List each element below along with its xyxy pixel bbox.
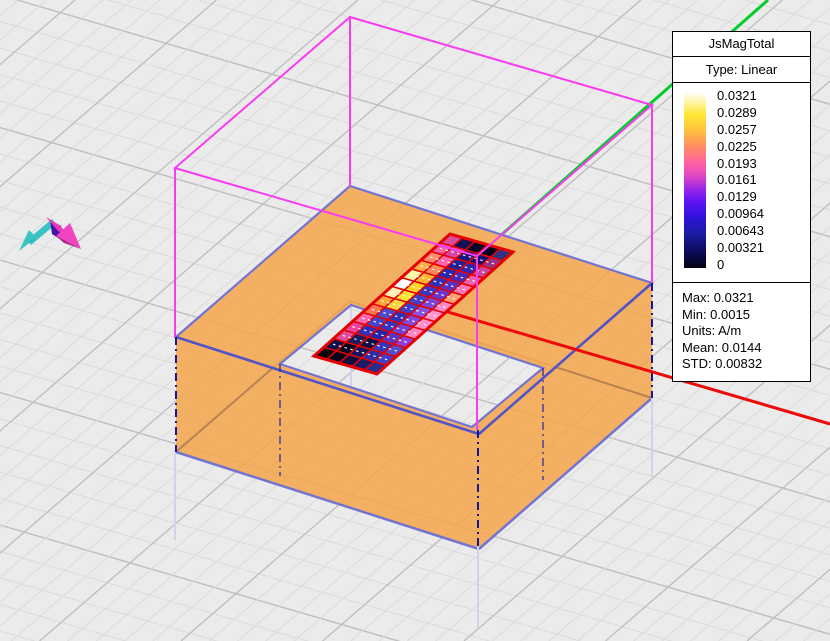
colorbar-tick-label: 0.0225 [717,140,764,153]
legend-stat-line: Units: A/m [682,323,804,340]
colorbar-gradient [684,92,706,268]
colorbar-tick-label: 0.0257 [717,123,764,136]
colorbar-tick-label: 0.0289 [717,106,764,119]
legend-stat-line: Max: 0.0321 [682,290,804,307]
legend-stat-line: Min: 0.0015 [682,307,804,324]
legend-stat-line: STD: 0.00832 [682,356,804,373]
colorbar-tick-label: 0.0193 [717,157,764,170]
legend-colorbar-section: 0.0321 0.0289 0.0257 0.0225 0.0193 0.0161 0.01… [673,83,810,283]
plot-legend[interactable]: JsMagTotal Type: Linear 0.0321 0.0289 0.02… [672,31,811,382]
colorbar-tick-label: 0.00643 [717,224,764,237]
colorbar-tick-label: 0.0321 [717,89,764,102]
legend-scale-type: Type: Linear [673,57,810,83]
viewport-3d[interactable]: JsMagTotal Type: Linear 0.0321 0.0289 0.02… [0,0,830,641]
colorbar-tick-label: 0.0129 [717,190,764,203]
colorbar-tick-labels: 0.0321 0.0289 0.0257 0.0225 0.0193 0.0161 0.01… [717,89,764,271]
colorbar-tick-label: 0.00321 [717,241,764,254]
legend-title: JsMagTotal [673,32,810,57]
colorbar-tick-label: 0.00964 [717,207,764,220]
colorbar-tick-label: 0.0161 [717,173,764,186]
colorbar-tick-label: 0 [717,258,764,271]
legend-stat-line: Mean: 0.0144 [682,340,804,357]
legend-stats: Max: 0.0321Min: 0.0015Units: A/mMean: 0.… [673,283,810,381]
